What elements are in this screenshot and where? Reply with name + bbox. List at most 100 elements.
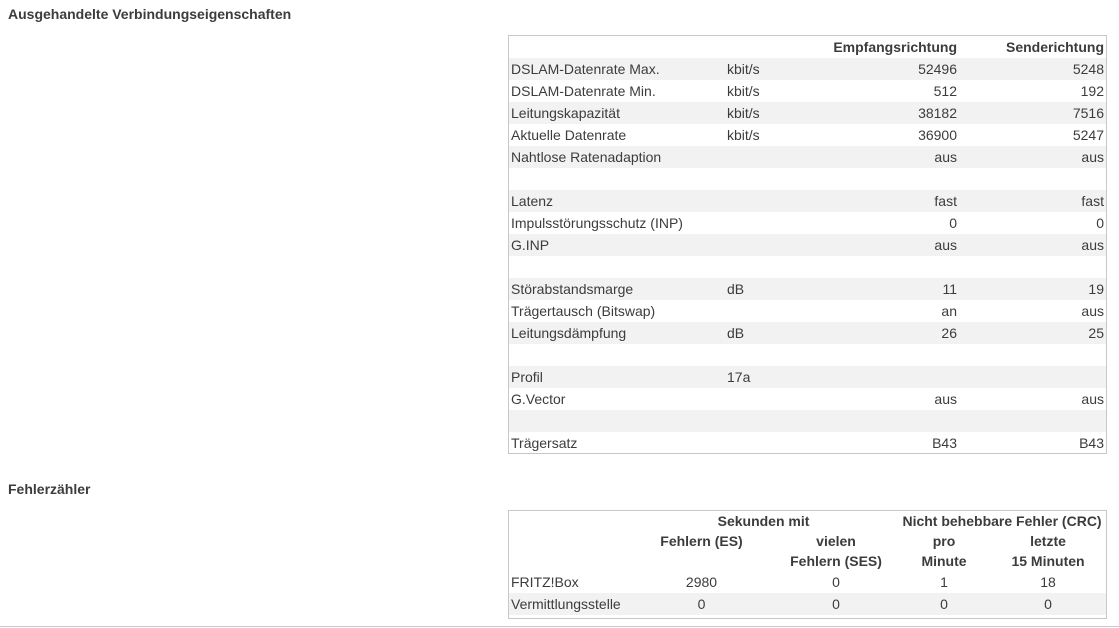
row-unit — [725, 410, 831, 432]
error-counter-table: Sekunden mit Nicht behebbare Fehler (CRC… — [508, 510, 1107, 619]
header-ses-line1: vielen — [816, 533, 856, 549]
row-label: Aktuelle Datenrate — [511, 127, 627, 143]
row-unit — [725, 256, 831, 278]
row-upstream: aus — [959, 234, 1106, 256]
error-counter-title: Fehlerzähler — [8, 481, 91, 497]
row-upstream — [959, 410, 1106, 432]
row-es: 2980 — [685, 574, 718, 590]
row-upstream — [959, 168, 1106, 190]
row-upstream — [959, 366, 1106, 388]
row-crc-per-minute: 0 — [898, 593, 991, 615]
row-ses: 0 — [832, 574, 840, 590]
row-unit — [725, 344, 831, 366]
row-unit: dB — [725, 322, 831, 344]
row-upstream: 192 — [1080, 83, 1104, 99]
table-row: Leitungsdämpfung dB 26 25 — [509, 322, 1106, 344]
table-row: G.INP aus aus — [509, 234, 1106, 256]
row-label — [509, 410, 725, 432]
header-upstream: Senderichtung — [1005, 39, 1104, 55]
header-label — [509, 36, 725, 58]
header-seconds-group: Sekunden mit — [717, 513, 810, 529]
table-row: G.Vector aus aus — [509, 388, 1106, 410]
row-unit — [725, 146, 831, 168]
table-header-row: Sekunden mit Nicht behebbare Fehler (CRC… — [509, 511, 1106, 531]
header-crc-15-line2: 15 Minuten — [1011, 553, 1085, 569]
row-label: Leitungskapazität — [509, 102, 725, 124]
row-unit — [725, 432, 831, 454]
row-downstream: fast — [831, 190, 959, 212]
row-label: Trägersatz — [511, 435, 578, 451]
row-label: Störabstandsmarge — [509, 278, 725, 300]
row-downstream — [831, 366, 959, 388]
row-unit: kbit/s — [727, 127, 760, 143]
row-unit — [725, 168, 831, 190]
row-label: Impulsstörungsschutz (INP) — [511, 215, 683, 231]
row-label: Profil — [509, 366, 725, 388]
row-label: Latenz — [509, 190, 725, 212]
header-crc-group: Nicht behebbare Fehler (CRC) — [902, 513, 1102, 529]
row-upstream: 5248 — [959, 58, 1106, 80]
row-label: G.Vector — [511, 391, 566, 407]
row-unit: kbit/s — [725, 58, 831, 80]
table-header-row: Fehlern (ES) vielen pro letzte — [509, 531, 1106, 551]
row-upstream: aus — [1081, 303, 1104, 319]
row-unit: dB — [725, 278, 831, 300]
table-row — [509, 344, 1106, 366]
row-unit: kbit/s — [727, 83, 760, 99]
row-upstream — [959, 256, 1106, 278]
row-upstream: 7516 — [959, 102, 1106, 124]
row-unit — [725, 300, 831, 322]
row-label: Vermittlungsstelle — [509, 593, 629, 615]
row-upstream: fast — [959, 190, 1106, 212]
header-crc-15-line1: letzte — [1030, 533, 1066, 549]
header-unit — [725, 36, 831, 58]
row-label: G.INP — [509, 234, 725, 256]
row-downstream: 38182 — [831, 102, 959, 124]
header-crc-min-line2: Minute — [921, 553, 967, 569]
table-row: Impulsstörungsschutz (INP) 0 0 — [509, 212, 1106, 234]
row-unit — [725, 388, 831, 410]
row-downstream — [831, 410, 959, 432]
row-upstream: 5247 — [1072, 127, 1104, 143]
row-label — [509, 256, 725, 278]
table-row: FRITZ!Box 2980 0 1 18 — [509, 571, 1106, 593]
row-downstream — [831, 344, 959, 366]
row-es: 0 — [629, 593, 774, 615]
row-downstream: 52496 — [831, 58, 959, 80]
table-row: Leitungskapazität kbit/s 38182 7516 — [509, 102, 1106, 124]
row-downstream: aus — [831, 234, 959, 256]
row-downstream: B43 — [932, 435, 957, 451]
row-label: Leitungsdämpfung — [509, 322, 725, 344]
row-downstream: an — [941, 303, 957, 319]
table-header-row: Fehlern (SES) Minute 15 Minuten — [509, 551, 1106, 571]
row-downstream: 36900 — [918, 127, 957, 143]
row-downstream — [831, 168, 959, 190]
table-row: DSLAM-Datenrate Max. kbit/s 52496 5248 — [509, 58, 1106, 80]
row-downstream — [831, 256, 959, 278]
row-label — [509, 344, 725, 366]
row-unit — [725, 190, 831, 212]
row-downstream: 26 — [831, 322, 959, 344]
connection-properties-table: Empfangsrichtung Senderichtung DSLAM-Dat… — [508, 35, 1107, 454]
row-label — [509, 168, 725, 190]
header-es: Fehlern (ES) — [660, 533, 743, 549]
table-row — [509, 168, 1106, 190]
row-downstream: aus — [831, 146, 959, 168]
row-downstream: 11 — [831, 278, 959, 300]
table-row: Störabstandsmarge dB 11 19 — [509, 278, 1106, 300]
table-row: Aktuelle Datenrate kbit/s 36900 5247 — [509, 124, 1106, 146]
row-upstream: aus — [959, 146, 1106, 168]
row-upstream: 0 — [1096, 215, 1104, 231]
row-label: FRITZ!Box — [511, 574, 579, 590]
table-row: Trägersatz B43 B43 — [509, 432, 1106, 454]
table-row: Nahtlose Ratenadaption aus aus — [509, 146, 1106, 168]
header-ses-line2: Fehlern (SES) — [790, 553, 882, 569]
table-row: Latenz fast fast — [509, 190, 1106, 212]
row-ses: 0 — [774, 593, 899, 615]
row-upstream: aus — [1081, 391, 1104, 407]
row-downstream: 0 — [949, 215, 957, 231]
connection-properties-title: Ausgehandelte Verbindungseigenschaften — [8, 6, 292, 22]
header-downstream: Empfangsrichtung — [833, 39, 957, 55]
table-row: Profil 17a — [509, 366, 1106, 388]
row-crc-per-minute: 1 — [940, 574, 948, 590]
